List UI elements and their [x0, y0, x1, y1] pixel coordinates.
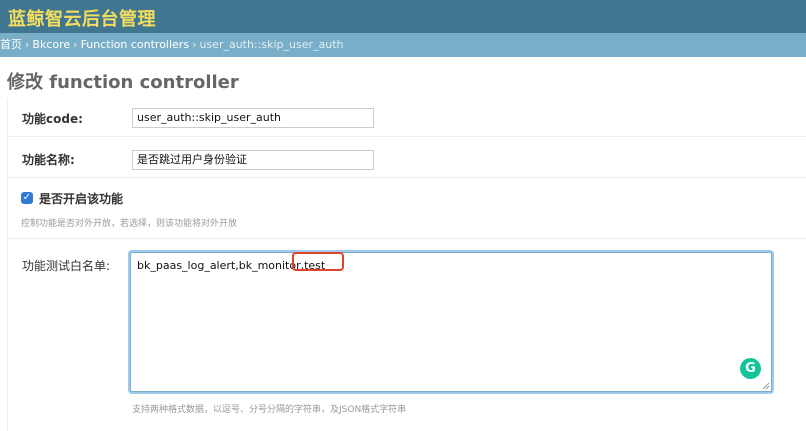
whitelist-help: 支持两种格式数据，以逗号、分号分隔的字符串，及JSON格式字符串	[132, 405, 407, 415]
form-row-func-name: 功能名称:	[8, 137, 806, 178]
breadcrumb-current: user_auth::skip_user_auth	[199, 38, 344, 51]
whitelist-textarea[interactable]: bk_paas_log_alert,bk_monitor,test G	[130, 252, 772, 392]
breadcrumb-separator: ›	[192, 38, 197, 51]
resize-handle-icon[interactable]	[762, 382, 770, 390]
whitelist-label: 功能测试白名单:	[22, 259, 111, 273]
func-name-input[interactable]	[132, 150, 374, 170]
change-form: 功能code: 功能名称: ✓ 是否开启该功能 控制功能是否对外开放，若选择，则…	[7, 98, 806, 431]
breadcrumb-home-link[interactable]: 首页	[0, 38, 22, 51]
enable-function-help: 控制功能是否对外开放，若选择，则该功能将对外开放	[21, 219, 238, 229]
page-title: 修改 function controller	[7, 72, 239, 93]
form-row-func-code: 功能code:	[8, 98, 806, 137]
enable-function-label[interactable]: 是否开启该功能	[39, 190, 123, 207]
breadcrumb-separator: ›	[73, 38, 78, 51]
breadcrumb-model-link[interactable]: Function controllers	[81, 38, 190, 51]
breadcrumb-separator: ›	[25, 38, 30, 51]
site-header: 蓝鲸智云后台管理	[0, 0, 806, 33]
func-name-label: 功能名称:	[22, 153, 75, 167]
form-row-whitelist: 功能测试白名单: bk_paas_log_alert,bk_monitor,te…	[8, 239, 806, 431]
annotation-highlight-box	[292, 252, 344, 271]
breadcrumb: 首页 › Bkcore › Function controllers › user_auth…	[0, 33, 806, 57]
form-row-switch: ✓ 是否开启该功能 控制功能是否对外开放，若选择，则该功能将对外开放	[8, 178, 806, 239]
func-code-input[interactable]	[132, 108, 374, 128]
func-code-label: 功能code:	[22, 112, 83, 126]
grammarly-icon[interactable]: G	[740, 358, 761, 379]
enable-function-checkbox[interactable]: ✓	[21, 192, 33, 204]
site-title[interactable]: 蓝鲸智云后台管理	[8, 5, 156, 31]
breadcrumb-app-link[interactable]: Bkcore	[32, 38, 70, 51]
